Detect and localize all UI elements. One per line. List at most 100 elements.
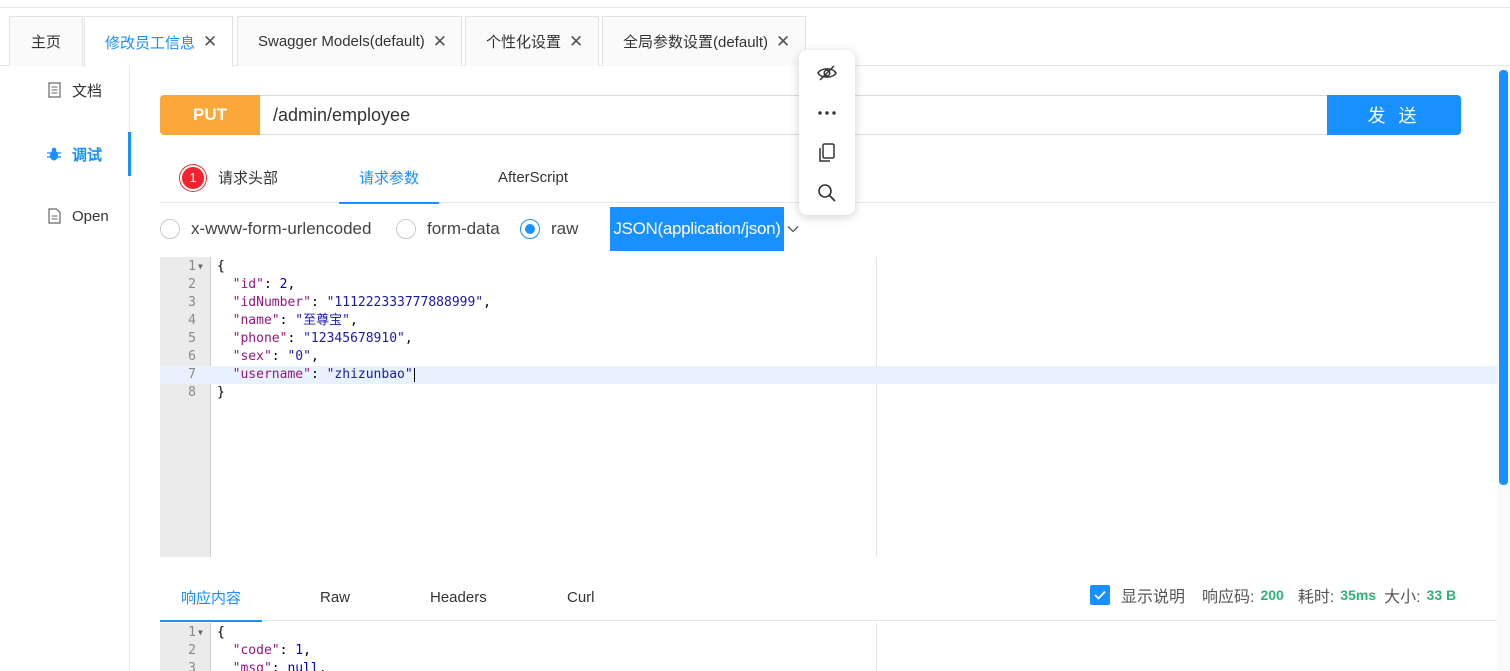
http-method-select[interactable]: PUT — [160, 95, 260, 135]
json-value: "至尊宝" — [295, 313, 350, 328]
code-line[interactable]: 1 ▼ { — [160, 624, 1497, 642]
size-label: 大小: — [1384, 589, 1421, 606]
text-caret — [413, 367, 415, 382]
close-icon[interactable]: ✕ — [203, 32, 217, 52]
code-line[interactable]: 3 "msg": null, — [160, 660, 1497, 671]
tab-label: Swagger Models(default) — [258, 33, 425, 50]
radio-urlencoded[interactable]: x-www-form-urlencoded — [160, 207, 371, 251]
tab-label: 主页 — [30, 34, 61, 51]
sidebar-item-debug[interactable]: 调试 — [0, 132, 131, 176]
radio-raw[interactable]: raw — [520, 207, 578, 251]
chevron-down-icon[interactable] — [787, 207, 799, 251]
json-key: "code" — [232, 643, 280, 658]
request-body-editor[interactable]: 1 ▼ {2 "id": 2, 3 "idNumber": "111222333777… — [160, 257, 1497, 557]
tab-edit-employee[interactable]: 修改员工信息 ✕ — [84, 16, 233, 67]
radio-form-data[interactable]: form-data — [396, 207, 500, 251]
eye-off-icon[interactable] — [799, 53, 855, 93]
body-type-radios: x-www-form-urlencoded form-data raw JSON… — [160, 207, 860, 251]
tab-request-headers[interactable]: 1 请求头部 — [180, 152, 278, 203]
tab-response-curl[interactable]: Curl — [567, 573, 595, 621]
code-text: "sex": "0", — [217, 348, 319, 366]
line-number: 6 — [188, 349, 196, 364]
json-value: null — [287, 661, 319, 671]
header-count-badge: 1 — [180, 164, 206, 191]
json-punct: , — [318, 661, 327, 671]
fold-arrow-icon[interactable]: ▼ — [198, 624, 203, 642]
tab-swagger-models[interactable]: Swagger Models(default) ✕ — [237, 16, 462, 66]
code-line[interactable]: 3 "idNumber": "111222333777888999", — [160, 294, 1497, 312]
response-body-editor[interactable]: 1 ▼{2 "code": 1, 3 "msg": null, — [160, 623, 1497, 671]
top-border — [0, 0, 1510, 8]
tab-label: AfterScript — [498, 169, 569, 186]
close-icon[interactable]: ✕ — [569, 32, 583, 52]
radio-label: form-data — [427, 219, 500, 238]
json-value: "12345678910" — [303, 331, 405, 346]
document-icon — [46, 82, 62, 98]
code-line[interactable]: 2 "id": 2, — [160, 276, 1497, 294]
sidebar-item-docs[interactable]: 文档 — [0, 68, 130, 112]
scrollbar-thumb[interactable] — [1499, 70, 1508, 485]
tab-request-params[interactable]: 请求参数 — [339, 152, 440, 204]
line-number: 8 — [188, 385, 196, 400]
code-line[interactable]: 4 "name": "至尊宝", — [160, 312, 1497, 330]
search-icon[interactable] — [799, 173, 855, 213]
code-line[interactable]: 2 "code": 1, — [160, 642, 1497, 660]
fold-arrow-icon[interactable]: ▼ — [198, 258, 203, 276]
send-button[interactable]: 发 送 — [1327, 95, 1461, 135]
json-key: "username" — [232, 367, 311, 382]
code-line[interactable]: 6 "sex": "0", — [160, 348, 1497, 366]
content-type-select[interactable]: JSON(application/json) — [610, 207, 784, 251]
line-number: 3 — [188, 295, 196, 310]
json-separator: : — [279, 313, 296, 328]
code-text: "name": "至尊宝", — [217, 312, 358, 330]
json-key: "name" — [232, 313, 280, 328]
sidebar-item-open[interactable]: Open — [0, 194, 130, 238]
json-key: "id" — [232, 277, 264, 292]
tab-global-params[interactable]: 全局参数设置(default) ✕ — [602, 16, 806, 66]
line-number: 3 — [188, 661, 196, 671]
code-line[interactable]: 1 ▼ { — [160, 258, 1497, 276]
tab-response-raw[interactable]: Raw — [320, 573, 350, 621]
json-value: "zhizunbao" — [326, 367, 413, 382]
code-line[interactable]: 5 "phone": "12345678910", — [160, 330, 1497, 348]
line-number: 1 — [188, 259, 196, 274]
show-description-label[interactable]: 显示说明 — [1121, 583, 1185, 607]
url-input[interactable]: /admin/employee — [260, 95, 1328, 135]
code-text: "username": "zhizunbao" — [217, 366, 415, 384]
file-icon — [46, 208, 62, 224]
sidebar-item-label: Open — [72, 207, 109, 225]
line-number: 2 — [188, 277, 196, 292]
radio-circle[interactable] — [160, 219, 180, 239]
tab-label: 响应内容 — [181, 589, 242, 607]
json-value: "0" — [287, 349, 311, 364]
tab-home[interactable]: 主页 — [9, 16, 83, 66]
copy-icon[interactable] — [799, 133, 855, 173]
tab-personalization[interactable]: 个性化设置 ✕ — [465, 16, 599, 66]
tab-label: 请求头部 — [218, 170, 279, 187]
tab-afterscript[interactable]: AfterScript — [498, 152, 568, 203]
tab-bar: 主页 修改员工信息 ✕ Swagger Models(default) ✕ 个性… — [0, 16, 1510, 67]
radio-label: raw — [551, 219, 579, 238]
more-icon[interactable] — [799, 93, 855, 133]
code-line[interactable]: 8} — [160, 384, 1497, 402]
code-text: { — [217, 259, 225, 274]
response-stats: 显示说明 响应码: 200 耗时: 35ms 大小: 33 B — [1090, 583, 1456, 607]
code-line[interactable]: 7 "username": "zhizunbao" — [160, 366, 1497, 384]
tab-label: 修改员工信息 — [105, 34, 196, 52]
json-punct: , — [303, 643, 311, 658]
tab-response-content[interactable]: 响应内容 — [160, 573, 263, 622]
json-key: "sex" — [232, 349, 272, 364]
size-value: 33 B — [1426, 587, 1457, 603]
show-description-checkbox[interactable] — [1090, 585, 1110, 605]
tab-response-headers[interactable]: Headers — [430, 573, 487, 621]
radio-circle[interactable] — [396, 219, 416, 239]
json-separator: : — [271, 661, 288, 671]
radio-circle-selected[interactable] — [520, 219, 540, 239]
floating-toolbar — [799, 50, 855, 215]
json-value: "111222333777888999" — [326, 295, 484, 310]
json-punct: , — [404, 331, 413, 346]
close-icon[interactable]: ✕ — [776, 32, 790, 52]
json-key: "idNumber" — [232, 295, 311, 310]
close-icon[interactable]: ✕ — [433, 32, 447, 52]
json-value: 1 — [295, 643, 304, 658]
